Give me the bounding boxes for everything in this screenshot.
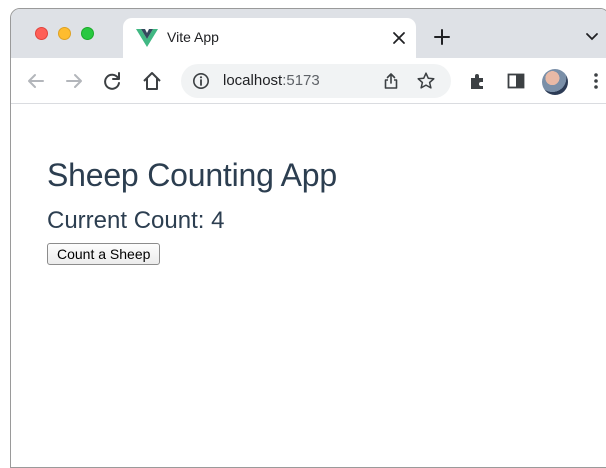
- bookmark-star-icon[interactable]: [416, 71, 436, 91]
- close-tab-icon[interactable]: [390, 29, 408, 47]
- home-icon[interactable]: [141, 70, 163, 92]
- vue-logo-icon: [136, 29, 158, 47]
- minimize-window-button[interactable]: [58, 27, 71, 40]
- side-panel-icon[interactable]: [505, 70, 527, 92]
- page-content: Sheep Counting App Current Count: 4 Coun…: [11, 105, 606, 467]
- url-text: localhost:5173: [223, 72, 320, 89]
- close-window-button[interactable]: [35, 27, 48, 40]
- tab-title: Vite App: [167, 29, 219, 45]
- info-icon[interactable]: [192, 72, 210, 90]
- browser-toolbar: localhost:5173: [11, 58, 606, 104]
- url-port: :5173: [282, 72, 320, 89]
- reload-icon[interactable]: [101, 70, 123, 92]
- extensions-puzzle-icon[interactable]: [467, 70, 489, 92]
- count-value: 4: [211, 207, 225, 234]
- share-icon[interactable]: [382, 72, 400, 90]
- app-title: Sheep Counting App: [47, 157, 337, 193]
- new-tab-icon[interactable]: [433, 28, 451, 46]
- tab-strip: Vite App: [11, 9, 606, 58]
- browser-window: Vite App localhost:5173 Sheep Counting A…: [10, 8, 606, 468]
- url-host: localhost: [223, 72, 283, 89]
- back-arrow-icon[interactable]: [25, 70, 47, 92]
- zoom-window-button[interactable]: [81, 27, 94, 40]
- current-count: Current Count: 4: [47, 207, 224, 235]
- address-bar[interactable]: localhost:5173: [181, 64, 451, 98]
- profile-avatar[interactable]: [542, 69, 568, 95]
- tab-vite-app[interactable]: Vite App: [123, 18, 416, 58]
- forward-arrow-icon[interactable]: [63, 70, 85, 92]
- count-prefix: Current Count:: [47, 207, 212, 234]
- more-menu-icon[interactable]: [585, 70, 606, 92]
- count-sheep-button[interactable]: Count a Sheep: [47, 243, 161, 265]
- chevron-down-icon[interactable]: [585, 31, 599, 43]
